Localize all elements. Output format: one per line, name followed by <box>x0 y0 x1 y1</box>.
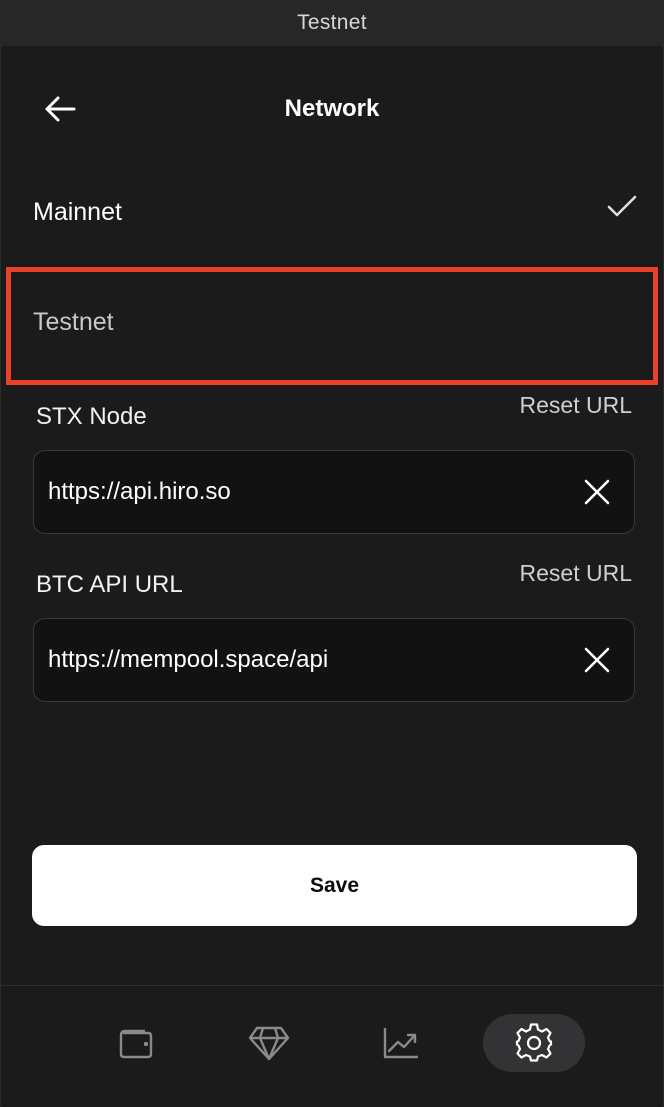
nav-stacking[interactable] <box>350 1014 452 1072</box>
gear-icon <box>515 1023 553 1062</box>
network-option-label: Mainnet <box>33 198 122 226</box>
back-button[interactable] <box>38 92 82 126</box>
arrow-left-icon <box>45 96 76 122</box>
page-title: Network <box>284 95 380 122</box>
network-option-testnet[interactable]: Testnet <box>6 267 658 385</box>
checkmark-icon <box>607 195 637 217</box>
stx-node-input[interactable] <box>48 451 568 533</box>
network-option-mainnet[interactable]: Mainnet <box>6 158 658 268</box>
page-header: Network <box>0 46 664 170</box>
stx-node-label: STX Node <box>36 403 147 430</box>
btc-api-input[interactable] <box>48 619 568 701</box>
close-icon <box>584 647 610 673</box>
nav-collectibles[interactable] <box>218 1014 320 1072</box>
bottom-nav <box>1 985 663 1107</box>
btc-clear-button[interactable] <box>578 641 616 679</box>
btc-api-field <box>33 618 635 702</box>
stx-node-field <box>33 450 635 534</box>
btc-api-label: BTC API URL <box>36 571 183 598</box>
wallet-icon <box>119 1029 153 1059</box>
stx-reset-url-button[interactable]: Reset URL <box>520 392 632 419</box>
stx-clear-button[interactable] <box>578 473 616 511</box>
network-option-label: Testnet <box>33 308 114 336</box>
chart-icon <box>383 1028 418 1059</box>
network-banner-label: Testnet <box>297 11 367 34</box>
btc-reset-url-button[interactable]: Reset URL <box>520 560 632 587</box>
close-icon <box>584 479 610 505</box>
nav-settings[interactable] <box>483 1014 585 1072</box>
save-button[interactable]: Save <box>32 845 637 926</box>
nav-wallet[interactable] <box>86 1014 188 1072</box>
page-title-wrap: Network <box>0 92 664 126</box>
diamond-icon <box>248 1026 290 1061</box>
network-banner: Testnet <box>0 0 664 46</box>
